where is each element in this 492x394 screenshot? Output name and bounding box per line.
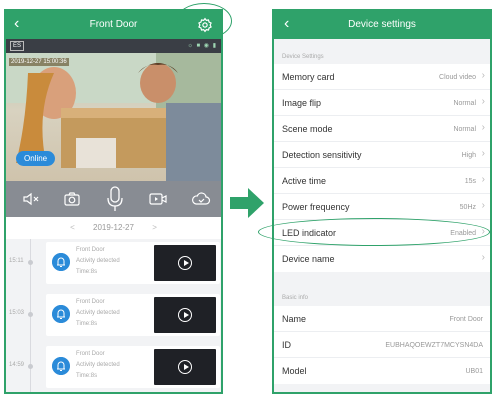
info-value: UB01 xyxy=(465,368,483,375)
info-name: Name Front Door xyxy=(274,306,490,332)
chevron-right-icon: › xyxy=(481,174,485,185)
setting-label: Power frequency xyxy=(282,202,350,212)
setting-label: Scene mode xyxy=(282,124,333,134)
info-value: EUBHAQOEWZT7MCYSN4DA xyxy=(385,342,483,349)
setting-label: Memory card xyxy=(282,72,335,82)
setting-device-name[interactable]: Device name › xyxy=(274,246,490,272)
event-name: Front Door xyxy=(76,299,105,305)
bell-icon xyxy=(52,253,70,271)
setting-active-time[interactable]: Active time 15s › xyxy=(274,168,490,194)
setting-detection-sensitivity[interactable]: Detection sensitivity High › xyxy=(274,142,490,168)
chevron-right-icon: › xyxy=(481,200,485,211)
event-duration: Time:8s xyxy=(76,269,98,275)
event-card[interactable]: Front Door Activity detected Time:8s xyxy=(46,346,220,388)
date-navigator: < 2019-12-27 > xyxy=(6,217,221,239)
setting-value: Normal xyxy=(453,126,476,133)
setting-label: Device name xyxy=(282,254,335,264)
setting-label: Image flip xyxy=(282,98,322,108)
play-icon[interactable] xyxy=(178,308,192,322)
setting-label: Detection sensitivity xyxy=(282,150,362,160)
event-text: Front Door Activity detected Time:8s xyxy=(76,297,120,330)
setting-value: High xyxy=(461,152,476,159)
setting-power-frequency[interactable]: Power frequency 50Hz › xyxy=(274,194,490,220)
video-timestamp: 2019-12-27 15:00:36 xyxy=(9,58,69,66)
event-card[interactable]: Front Door Activity detected Time:8s xyxy=(46,242,220,284)
setting-value: Cloud video xyxy=(439,74,476,81)
event-detail: Activity detected xyxy=(76,258,120,264)
setting-image-flip[interactable]: Image flip Normal › xyxy=(274,90,490,116)
live-video[interactable]: 2019-12-27 15:00:36 Online xyxy=(6,53,221,181)
event-duration: Time:8s xyxy=(76,321,98,327)
list-item[interactable]: 14:59 Front Door Activity detected Time:… xyxy=(6,343,221,391)
section-label-basic-info: Basic info xyxy=(282,295,309,301)
event-duration: Time:8s xyxy=(76,373,98,379)
chevron-right-icon: › xyxy=(481,252,485,263)
device-settings-screen: ‹ Device settings Device Settings Memory… xyxy=(272,9,492,394)
event-text: Front Door Activity detected Time:8s xyxy=(76,245,120,278)
mute-icon[interactable] xyxy=(20,189,40,209)
info-label: Name xyxy=(282,314,307,324)
settings-header: ‹ Device settings xyxy=(274,11,490,39)
event-thumbnail[interactable] xyxy=(154,245,216,281)
setting-value: 15s xyxy=(464,178,476,185)
camera-icon[interactable] xyxy=(62,189,82,209)
list-item[interactable]: 15:03 Front Door Activity detected Time:… xyxy=(6,291,221,339)
page-title: Device settings xyxy=(348,19,416,30)
event-list: 15:11 Front Door Activity detected Time:… xyxy=(6,239,221,392)
event-detail: Activity detected xyxy=(76,310,120,316)
info-model: Model UB01 xyxy=(274,358,490,384)
event-card[interactable]: Front Door Activity detected Time:8s xyxy=(46,294,220,336)
play-icon[interactable] xyxy=(178,256,192,270)
setting-label: Active time xyxy=(282,176,327,186)
prev-date-button[interactable]: < xyxy=(54,223,91,232)
list-item[interactable]: 15:11 Front Door Activity detected Time:… xyxy=(6,239,221,287)
event-time: 15:03 xyxy=(9,310,25,316)
led-highlight-ellipse xyxy=(258,218,490,246)
chevron-right-icon: › xyxy=(481,148,485,159)
event-text: Front Door Activity detected Time:8s xyxy=(76,349,120,382)
info-value: Front Door xyxy=(449,316,483,323)
cloud-icon[interactable] xyxy=(191,189,211,209)
status-bar: ES ☼ ■ ◉ ▮ xyxy=(6,39,221,53)
signal-indicators: ☼ ■ ◉ ▮ xyxy=(187,43,217,49)
timeline-dot xyxy=(28,312,33,317)
setting-value: 50Hz xyxy=(459,204,476,211)
play-icon[interactable] xyxy=(178,360,192,374)
current-date: 2019-12-27 xyxy=(93,223,134,232)
camera-id-badge: ES xyxy=(10,41,25,51)
basic-info-group: Name Front Door ID EUBHAQOEWZT7MCYSN4DA … xyxy=(274,306,490,384)
timeline-dot xyxy=(28,260,33,265)
bell-icon xyxy=(52,357,70,375)
online-badge: Online xyxy=(16,151,56,166)
info-id: ID EUBHAQOEWZT7MCYSN4DA xyxy=(274,332,490,358)
setting-memory-card[interactable]: Memory card Cloud video › xyxy=(274,64,490,90)
event-name: Front Door xyxy=(76,247,105,253)
event-name: Front Door xyxy=(76,351,105,357)
event-detail: Activity detected xyxy=(76,362,120,368)
gear-highlight-ellipse xyxy=(176,3,232,39)
event-time: 15:11 xyxy=(9,258,24,264)
mic-icon[interactable] xyxy=(105,185,125,213)
event-time: 14:59 xyxy=(9,362,25,368)
chevron-right-icon: › xyxy=(481,70,485,81)
chevron-right-icon: › xyxy=(481,122,485,133)
record-icon[interactable] xyxy=(148,189,168,209)
arrow-right-icon xyxy=(230,188,264,218)
section-label-device-settings: Device Settings xyxy=(282,54,324,60)
info-label: Model xyxy=(282,366,307,376)
event-thumbnail[interactable] xyxy=(154,297,216,333)
video-controls xyxy=(6,181,221,217)
info-label: ID xyxy=(282,340,291,350)
chevron-right-icon: › xyxy=(481,96,485,107)
setting-value: Normal xyxy=(453,100,476,107)
event-thumbnail[interactable] xyxy=(154,349,216,385)
timeline-dot xyxy=(28,364,33,369)
camera-live-screen: ‹ Front Door ES ☼ ■ ◉ ▮ 2019-12-27 15:00… xyxy=(4,9,223,394)
next-date-button[interactable]: > xyxy=(136,223,173,232)
bell-icon xyxy=(52,305,70,323)
setting-scene-mode[interactable]: Scene mode Normal › xyxy=(274,116,490,142)
